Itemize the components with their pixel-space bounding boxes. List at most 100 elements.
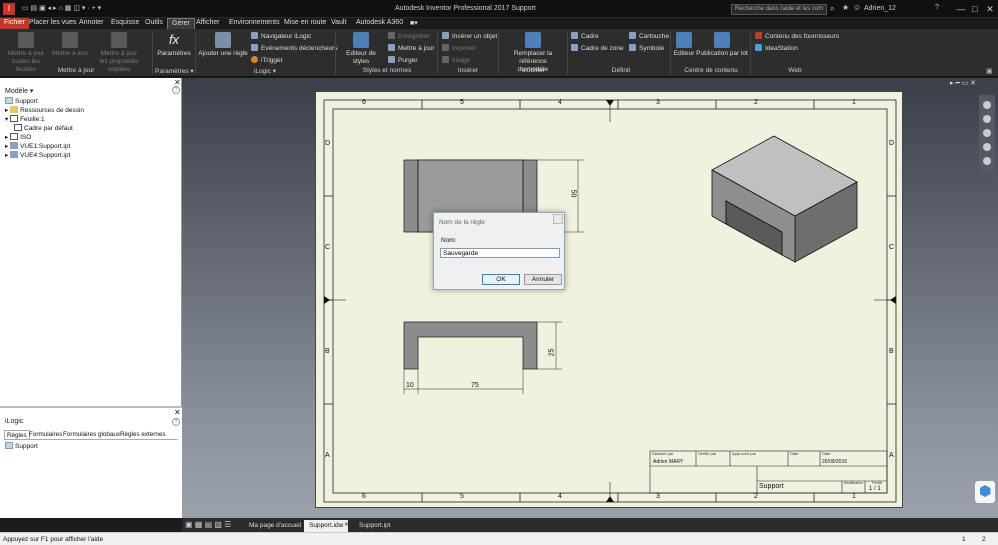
- tab-outils[interactable]: Outils: [141, 18, 167, 29]
- drawing-sheet[interactable]: 6 5 4 3 2 1 6 5 4 3 2 1 D C B A D C B A …: [315, 91, 903, 508]
- search-icon[interactable]: ⌕: [830, 4, 834, 14]
- tab-environnements[interactable]: Environnements: [225, 18, 284, 29]
- tab-support-idw[interactable]: Support.idw: [304, 520, 349, 532]
- tab-support-ipt[interactable]: Support.ipt: [354, 520, 395, 532]
- tab-mise-en-route[interactable]: Mise en route: [280, 18, 330, 29]
- col-number-top: 1: [852, 99, 856, 106]
- close-button[interactable]: ✕: [983, 3, 997, 15]
- user-name[interactable]: Adrien_12: [864, 5, 896, 12]
- viewcube-icon[interactable]: [975, 481, 995, 503]
- tree-item-support[interactable]: Support: [5, 97, 38, 106]
- event-triggers-button[interactable]: Evénements déclencheurs: [251, 44, 338, 53]
- zone-border-button[interactable]: Cadre de zone: [571, 44, 624, 53]
- navigation-bar[interactable]: [979, 95, 995, 173]
- tb-drawn-by-label: Dessiné par: [652, 451, 674, 456]
- save-style-button[interactable]: Enregistrer: [388, 32, 430, 41]
- batch-publish-button[interactable]: Publication par lot: [696, 32, 748, 58]
- purge-button[interactable]: Purger: [388, 56, 418, 65]
- image-button[interactable]: Image: [442, 56, 470, 65]
- help-icon[interactable]: ?: [172, 86, 180, 94]
- border-button[interactable]: Cadre: [571, 32, 599, 41]
- tab-placer-les-vues[interactable]: Placer les vues: [25, 18, 80, 29]
- title-block-button[interactable]: Cartouche: [629, 32, 669, 41]
- rule-item-support[interactable]: Support: [5, 442, 38, 451]
- close-tab-icon[interactable]: ✕: [344, 521, 349, 528]
- cancel-button[interactable]: Annuler: [524, 274, 562, 285]
- status-hint: Appuyez sur F1 pour afficher l'aide: [3, 536, 104, 543]
- video-icon[interactable]: ■▾: [410, 19, 418, 27]
- symbol-icon: [629, 44, 636, 51]
- rule-name-dialog: Nom de la règle Nom: OK Annuler: [433, 212, 565, 290]
- dimension-50[interactable]: 50: [569, 190, 576, 198]
- dimension-75[interactable]: 75: [471, 382, 479, 389]
- supplier-content-button[interactable]: Contenu des fournisseurs: [755, 32, 839, 41]
- tab-vault[interactable]: Vault: [327, 18, 350, 29]
- tree-item-iso[interactable]: ▸ ISO: [5, 133, 31, 142]
- help-icon[interactable]: ?: [935, 4, 939, 11]
- add-rule-button[interactable]: Ajouter une règle: [197, 32, 249, 58]
- zoom-icon[interactable]: [983, 129, 991, 137]
- user-icon[interactable]: ☺: [853, 3, 861, 12]
- browser-title[interactable]: Modèle ▾: [5, 87, 33, 95]
- row-letter-left: C: [325, 244, 331, 251]
- tree-item-sheet[interactable]: ▾ Feuille:1: [5, 115, 45, 124]
- triggers-icon: [251, 44, 258, 51]
- tab-annoter[interactable]: Annoter: [75, 18, 108, 29]
- pan-icon[interactable]: [983, 115, 991, 123]
- update-button[interactable]: Mettre à jour: [50, 32, 90, 58]
- tb-approved-by-label: Approuvé par: [732, 451, 757, 456]
- center-mark-top: [606, 100, 614, 106]
- border-icon: [571, 32, 578, 39]
- ribbon-options-icon[interactable]: ▣: [986, 67, 993, 75]
- look-at-icon[interactable]: [983, 157, 991, 165]
- editor-icon: [676, 32, 692, 48]
- folder-icon: [10, 106, 19, 113]
- tab-a360[interactable]: Autodesk A360: [352, 18, 407, 29]
- tree-item-default-border[interactable]: Cadre par défaut: [14, 124, 73, 133]
- parameters-button[interactable]: fx Paramètres: [155, 32, 193, 58]
- tab-esquisse[interactable]: Esquisse: [107, 18, 143, 29]
- tile-windows-icons[interactable]: ▣ ▦ ▤ ▧ ☰: [185, 520, 231, 529]
- insert-object-button[interactable]: Insérer un objet: [442, 32, 497, 41]
- itrigger-button[interactable]: iTrigger: [251, 56, 283, 65]
- tree-item-view1[interactable]: ▸ VUE1:Support.ipt: [5, 142, 70, 151]
- dimension-10[interactable]: 10: [406, 382, 414, 389]
- ilogic-close-icon[interactable]: ✕: [174, 408, 181, 417]
- symbol-button[interactable]: Symbole: [629, 44, 664, 53]
- border-icon: [14, 124, 22, 131]
- viewport-controls[interactable]: ▸ ━ ▭ ✕: [950, 79, 976, 87]
- import-button[interactable]: Importer: [442, 44, 476, 53]
- help-icon[interactable]: ?: [172, 418, 180, 426]
- orbit-icon[interactable]: [983, 143, 991, 151]
- document-icon: [5, 442, 13, 449]
- steering-wheel-icon[interactable]: [983, 101, 991, 109]
- tab-home-page[interactable]: Ma page d'accueil: [244, 520, 306, 532]
- dimension-25[interactable]: 25: [548, 349, 555, 357]
- app-logo-icon[interactable]: I: [3, 3, 15, 15]
- rule-name-input[interactable]: [440, 248, 560, 258]
- ideastation-button[interactable]: IdeaStation: [755, 44, 798, 53]
- dialog-close-button[interactable]: [553, 214, 563, 224]
- star-icon[interactable]: ★: [842, 3, 849, 12]
- tab-global-forms[interactable]: Formulaires globaux: [61, 430, 122, 439]
- minimize-button[interactable]: —: [954, 3, 968, 15]
- tree-item-drawing-resources[interactable]: ▸ Ressources de dessin: [5, 106, 84, 115]
- tab-gerer[interactable]: Gérer: [167, 18, 195, 29]
- tab-forms[interactable]: Formulaires: [27, 430, 64, 439]
- help-search-input[interactable]: Recherche dans l'aide et les com: [731, 4, 827, 15]
- update-icon: [18, 32, 34, 48]
- drawing-svg: [323, 99, 897, 503]
- style-editor-button[interactable]: Editeur de styles: [337, 32, 385, 66]
- tab-external-rules[interactable]: Règles externes: [118, 430, 168, 439]
- tree-item-view4[interactable]: ▸ VUE4:Support.ipt: [5, 151, 70, 160]
- quick-access-toolbar[interactable]: ▭ ▤ ▣ ◂ ▸ ⌂ ▦ ◫ ▾ · + ▾: [22, 4, 101, 12]
- col-number-bottom: 6: [362, 493, 366, 500]
- sheet-icon: [10, 115, 19, 122]
- update-style-button[interactable]: Mettre à jour: [388, 44, 435, 53]
- ok-button[interactable]: OK: [482, 274, 520, 285]
- maximize-button[interactable]: □: [968, 3, 982, 15]
- ilogic-browser-button[interactable]: Navigateur iLogic: [251, 32, 311, 41]
- rule-icon: [215, 32, 231, 48]
- tab-afficher[interactable]: Afficher: [192, 18, 224, 29]
- content-editor-button[interactable]: Editeur: [672, 32, 696, 58]
